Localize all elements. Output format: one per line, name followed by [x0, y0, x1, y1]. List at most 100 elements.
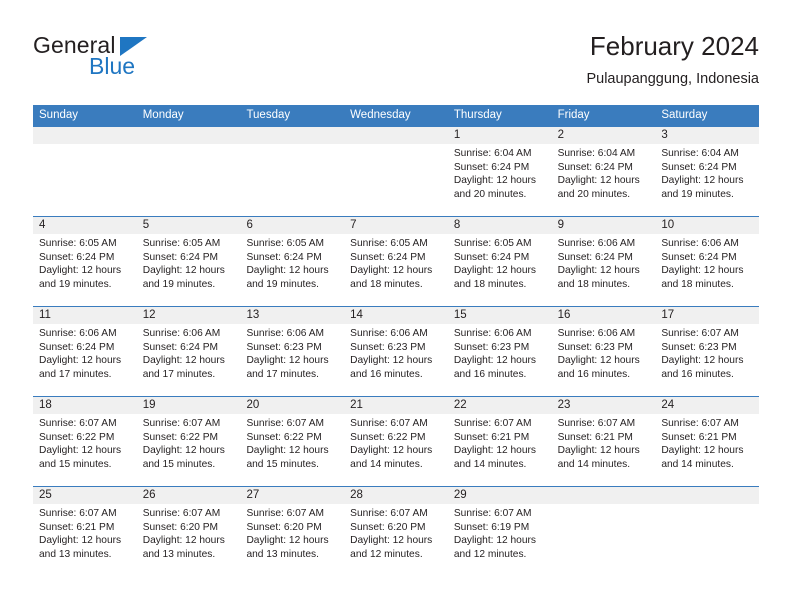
weekday-header-sunday: Sunday — [39, 109, 79, 121]
day-cell[interactable]: 5 Sunrise: 6:05 AM Sunset: 6:24 PM Daylight… — [136, 217, 241, 306]
day-info: Sunrise: 6:07 AM Sunset: 6:22 PM Daylight:… — [33, 414, 137, 471]
day-cell[interactable]: 27 Sunrise: 6:07 AM Sunset: 6:20 PM Dayligh… — [240, 487, 345, 576]
day-number: 6 — [246, 219, 253, 231]
title-block: February 2024 Pulaupanggung, Indonesia — [586, 30, 759, 89]
day-info-daylight1: Daylight: 12 hours — [142, 445, 225, 457]
day-cell[interactable]: 23 Sunrise: 6:07 AM Sunset: 6:21 PM Dayligh… — [551, 397, 656, 486]
day-number: 2 — [557, 129, 564, 141]
day-number-band: 26 — [136, 487, 241, 504]
day-number-band: 17 — [655, 307, 760, 324]
day-cell[interactable]: 12 Sunrise: 6:06 AM Sunset: 6:24 PM Dayligh… — [136, 307, 241, 396]
day-cell[interactable]: 15 Sunrise: 6:06 AM Sunset: 6:23 PM Dayligh… — [447, 307, 552, 396]
day-number: 22 — [453, 399, 467, 411]
calendar-weeks: 1 Sunrise: 6:04 AM Sunset: 6:24 PM Daylight… — [33, 126, 760, 576]
day-info-daylight1: Daylight: 12 hours — [557, 445, 640, 457]
day-info-sunrise: Sunrise: 6:07 AM — [350, 508, 428, 519]
day-info-sunset: Sunset: 6:24 PM — [350, 251, 426, 263]
day-cell[interactable]: 11 Sunrise: 6:06 AM Sunset: 6:24 PM Dayligh… — [33, 307, 137, 396]
day-cell[interactable]: 8 Sunrise: 6:05 AM Sunset: 6:24 PM Daylight… — [447, 217, 552, 306]
day-number-band: 15 — [447, 307, 552, 324]
day-cell[interactable]: 4 Sunrise: 6:05 AM Sunset: 6:24 PM Daylight… — [33, 217, 137, 306]
day-info-sunset: Sunset: 6:24 PM — [453, 251, 530, 263]
day-info-sunrise: Sunrise: 6:04 AM — [661, 148, 739, 159]
day-cell[interactable]: 13 Sunrise: 6:06 AM Sunset: 6:23 PM Dayligh… — [240, 307, 345, 396]
day-cell[interactable]: 6 Sunrise: 6:05 AM Sunset: 6:24 PM Daylight… — [240, 217, 345, 306]
day-number: 13 — [246, 309, 260, 321]
day-info-daylight2: and 17 minutes. — [39, 368, 112, 380]
day-number: 27 — [246, 489, 260, 501]
day-cell[interactable]: 22 Sunrise: 6:07 AM Sunset: 6:21 PM Dayligh… — [447, 397, 552, 486]
brand-logo[interactable]: General Blue — [33, 32, 223, 90]
day-info-sunset: Sunset: 6:23 PM — [661, 341, 737, 353]
brand-blue-text: Blue — [89, 53, 136, 79]
day-cell[interactable]: 2 Sunrise: 6:04 AM Sunset: 6:24 PM Daylight… — [551, 127, 656, 216]
day-cell[interactable]: 20 Sunrise: 6:07 AM Sunset: 6:22 PM Dayligh… — [240, 397, 345, 486]
day-info: Sunrise: 6:06 AM Sunset: 6:23 PM Daylight:… — [344, 324, 448, 381]
day-cell[interactable]: 17 Sunrise: 6:07 AM Sunset: 6:23 PM Dayligh… — [655, 307, 760, 396]
day-number-band: 27 — [240, 487, 345, 504]
day-info-sunrise: Sunrise: 6:06 AM — [557, 238, 636, 249]
day-cell[interactable]: 3 Sunrise: 6:04 AM Sunset: 6:24 PM Daylight… — [655, 127, 760, 216]
day-cell[interactable]: 24 Sunrise: 6:07 AM Sunset: 6:21 PM Dayligh… — [655, 397, 760, 486]
day-info-daylight2: and 17 minutes. — [246, 368, 319, 380]
day-cell[interactable]: 9 Sunrise: 6:06 AM Sunset: 6:24 PM Daylight… — [551, 217, 656, 306]
day-cell[interactable]: 10 Sunrise: 6:06 AM Sunset: 6:24 PM Dayligh… — [655, 217, 760, 306]
day-number-band: 9 — [551, 217, 656, 234]
day-info: Sunrise: 6:07 AM Sunset: 6:22 PM Daylight:… — [240, 414, 344, 471]
day-info: Sunrise: 6:06 AM Sunset: 6:24 PM Daylight:… — [137, 324, 241, 381]
day-cell[interactable]: 29 Sunrise: 6:07 AM Sunset: 6:19 PM Dayligh… — [447, 487, 552, 576]
day-number: 21 — [350, 399, 363, 411]
day-info-sunset: Sunset: 6:20 PM — [246, 521, 322, 533]
calendar-grid: Sunday Monday Tuesday Wednesday Thursday Frid… — [33, 105, 760, 576]
day-cell[interactable]: 14 Sunrise: 6:06 AM Sunset: 6:23 PM Dayligh… — [344, 307, 448, 396]
day-number-band: 16 — [551, 307, 656, 324]
day-number-band: 2 — [551, 127, 656, 144]
day-info-daylight2: and 16 minutes. — [453, 368, 527, 380]
day-info-daylight1: Daylight: 12 hours — [557, 175, 640, 187]
weekday-header-row: Sunday Monday Tuesday Wednesday Thursday Frid… — [33, 105, 759, 126]
day-number-band — [344, 127, 448, 144]
day-info-daylight1: Daylight: 12 hours — [557, 265, 640, 277]
day-info: Sunrise: 6:05 AM Sunset: 6:24 PM Daylight:… — [344, 234, 448, 291]
day-info-daylight1: Daylight: 12 hours — [350, 445, 433, 457]
day-info-sunrise: Sunrise: 6:07 AM — [557, 418, 636, 429]
day-info-daylight2: and 14 minutes. — [557, 458, 631, 470]
day-info: Sunrise: 6:06 AM Sunset: 6:24 PM Daylight:… — [655, 234, 759, 291]
day-info-daylight1: Daylight: 12 hours — [142, 265, 225, 277]
day-cell[interactable]: 26 Sunrise: 6:07 AM Sunset: 6:20 PM Dayligh… — [136, 487, 241, 576]
day-info-daylight2: and 13 minutes. — [142, 548, 216, 560]
day-info-daylight1: Daylight: 12 hours — [661, 355, 744, 367]
day-cell[interactable]: 25 Sunrise: 6:07 AM Sunset: 6:21 PM Dayligh… — [33, 487, 137, 576]
day-cell[interactable]: 7 Sunrise: 6:05 AM Sunset: 6:24 PM Daylight… — [344, 217, 448, 306]
day-info-daylight1: Daylight: 12 hours — [453, 265, 536, 277]
day-cell[interactable]: 1 Sunrise: 6:04 AM Sunset: 6:24 PM Daylight… — [447, 127, 552, 216]
day-cell[interactable]: 19 Sunrise: 6:07 AM Sunset: 6:22 PM Dayligh… — [136, 397, 241, 486]
weekday-header-thursday: Thursday — [453, 109, 502, 121]
day-info-sunset: Sunset: 6:21 PM — [453, 431, 530, 443]
day-info-daylight1: Daylight: 12 hours — [350, 265, 433, 277]
day-number-band: 7 — [344, 217, 448, 234]
day-info-daylight1: Daylight: 12 hours — [661, 265, 744, 277]
day-cell-empty — [33, 127, 137, 216]
day-info-sunrise: Sunrise: 6:07 AM — [661, 328, 739, 339]
day-info-sunset: Sunset: 6:24 PM — [39, 341, 115, 353]
day-number: 14 — [350, 309, 363, 321]
week-row: 25 Sunrise: 6:07 AM Sunset: 6:21 PM Dayligh… — [33, 486, 760, 576]
day-info-daylight2: and 19 minutes. — [39, 278, 112, 290]
day-cell[interactable]: 18 Sunrise: 6:07 AM Sunset: 6:22 PM Dayligh… — [33, 397, 137, 486]
day-info-sunrise: Sunrise: 6:07 AM — [142, 418, 221, 429]
day-info-sunrise: Sunrise: 6:06 AM — [557, 328, 636, 339]
day-number: 4 — [39, 219, 46, 231]
day-info-daylight2: and 18 minutes. — [453, 278, 527, 290]
day-cell[interactable]: 16 Sunrise: 6:06 AM Sunset: 6:23 PM Dayligh… — [551, 307, 656, 396]
day-info-sunrise: Sunrise: 6:04 AM — [557, 148, 636, 159]
day-info-daylight1: Daylight: 12 hours — [246, 535, 329, 547]
day-info: Sunrise: 6:05 AM Sunset: 6:24 PM Daylight:… — [137, 234, 241, 291]
day-info-daylight1: Daylight: 12 hours — [39, 535, 122, 547]
day-number-band: 4 — [33, 217, 137, 234]
day-cell[interactable]: 28 Sunrise: 6:07 AM Sunset: 6:20 PM Dayligh… — [344, 487, 448, 576]
day-info-sunrise: Sunrise: 6:07 AM — [39, 508, 117, 519]
day-cell[interactable]: 21 Sunrise: 6:07 AM Sunset: 6:22 PM Dayligh… — [344, 397, 448, 486]
day-info: Sunrise: 6:07 AM Sunset: 6:22 PM Daylight:… — [137, 414, 241, 471]
day-info-sunrise: Sunrise: 6:07 AM — [453, 418, 532, 429]
